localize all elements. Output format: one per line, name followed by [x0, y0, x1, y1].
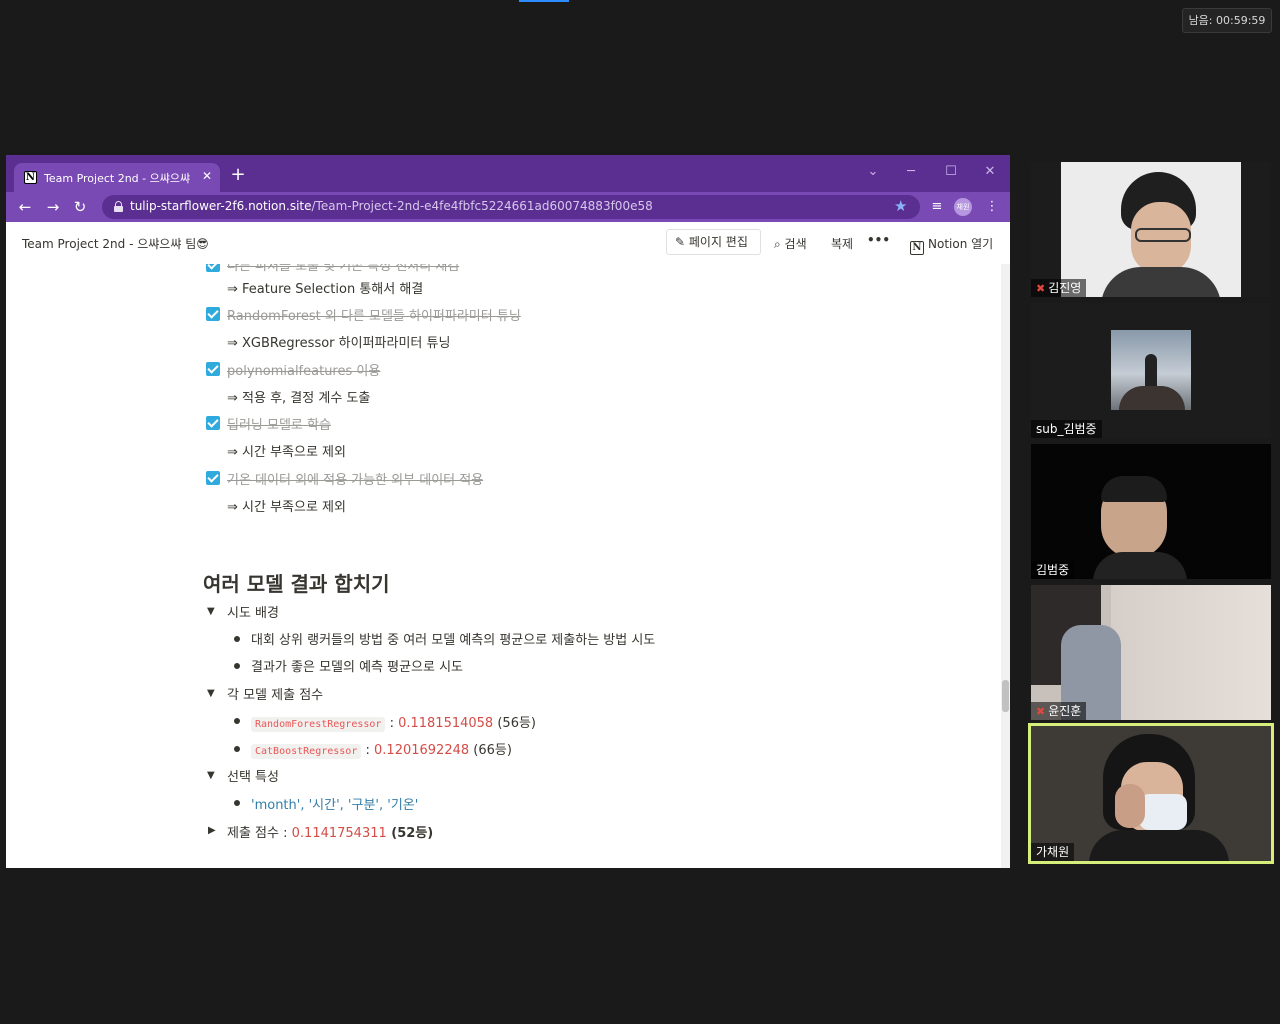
notion-logo-icon: N	[910, 241, 924, 255]
mic-muted-icon: ✖	[1036, 705, 1046, 718]
score-value: 0.1201692248	[374, 743, 470, 758]
open-in-notion-button[interactable]: N Notion 열기	[910, 235, 993, 255]
toggle-open-icon[interactable]: ▼	[207, 606, 219, 617]
todo-checkbox[interactable]	[206, 362, 220, 376]
final-score-value: 0.1141754311	[291, 826, 387, 841]
toggle-closed-icon[interactable]: ▶	[208, 825, 220, 836]
participant-name-badge: sub_김범중	[1031, 420, 1102, 438]
participant-video-tile[interactable]: ✖ 윤진훈	[1031, 585, 1271, 720]
page-breadcrumb[interactable]: Team Project 2nd - 으쌰으쌰 팀😎	[22, 235, 209, 252]
participant-video-tile[interactable]: sub_김범중	[1031, 303, 1271, 438]
notion-favicon-icon: N	[24, 171, 37, 184]
participant-video-tile-active-speaker[interactable]: 가채원	[1028, 723, 1274, 864]
todo-text: 기온 데이터 외에 적용 가능한 외부 데이터 적용	[227, 473, 484, 488]
model-name-code: RandomForestRegressor	[251, 717, 386, 732]
edit-page-button[interactable]: ✎ 페이지 편집	[666, 229, 761, 255]
feature-list: 'month', '시간', '구분', '기온'	[251, 798, 419, 813]
more-options-icon[interactable]: •••	[867, 233, 890, 247]
final-score-toggle[interactable]: 제출 점수 : 0.1141754311 (52등)	[227, 822, 433, 841]
score-value: 0.1181514058	[398, 716, 494, 731]
page-scrollbar[interactable]	[1001, 264, 1010, 868]
todo-checkbox[interactable]	[206, 264, 220, 272]
section-heading: 여러 모델 결과 합치기	[203, 572, 390, 596]
toggle-label[interactable]: 선택 특성	[227, 766, 279, 785]
reading-list-icon[interactable]: ≡	[926, 196, 948, 218]
bullet-icon	[234, 636, 240, 642]
bookmark-star-icon[interactable]: ★	[894, 197, 907, 215]
todo-text: 딥러닝 모델로 학습	[227, 418, 331, 433]
bullet-icon	[234, 663, 240, 669]
participant-name-badge: 김범중	[1031, 561, 1075, 579]
lock-icon	[114, 201, 123, 212]
todo-note: ⇒ 시간 부족으로 제외	[227, 445, 346, 460]
shared-browser-window: N Team Project 2nd - 으쌰으쌰 팀 ✕ + ⌄ ─ ☐ ✕ …	[6, 155, 1010, 868]
search-button[interactable]: ⌕ 검색	[774, 235, 807, 252]
participant-name-badge: ✖ 윤진훈	[1031, 702, 1087, 720]
url-text: tulip-starflower-2f6.notion.site/Team-Pr…	[130, 199, 653, 213]
tab-strip: N Team Project 2nd - 으쌰으쌰 팀 ✕ + ⌄ ─ ☐ ✕	[6, 155, 1010, 192]
mic-muted-icon: ✖	[1036, 282, 1046, 295]
todo-note: ⇒ XGBRegressor 하이퍼파라미터 튜닝	[227, 336, 451, 351]
todo-note: ⇒ Feature Selection 통해서 해결	[227, 282, 424, 297]
participant-video	[1111, 585, 1271, 720]
tab-search-chevron-icon[interactable]: ⌄	[862, 161, 884, 183]
browser-tab[interactable]: N Team Project 2nd - 으쌰으쌰 팀 ✕	[14, 163, 220, 192]
todo-checkbox[interactable]	[206, 471, 220, 485]
browser-menu-icon[interactable]: ⋮	[981, 196, 1003, 218]
scrollbar-thumb[interactable]	[1002, 680, 1009, 712]
screen-share-indicator	[519, 0, 569, 2]
todo-text: 다른 피처들 도출 및 기존 특성 전처리 재검	[227, 264, 460, 274]
participant-name-badge: 가채원	[1031, 843, 1075, 861]
duplicate-button[interactable]: 복제	[831, 235, 853, 252]
address-bar[interactable]: tulip-starflower-2f6.notion.site/Team-Pr…	[102, 195, 920, 219]
todo-checkbox[interactable]	[206, 416, 220, 430]
close-window-icon[interactable]: ✕	[979, 161, 1001, 183]
model-name-code: CatBoostRegressor	[251, 744, 362, 759]
todo-note: ⇒ 적용 후, 결정 계수 도출	[227, 391, 371, 406]
new-tab-button[interactable]: +	[228, 165, 248, 185]
page-content: 다른 피처들 도출 및 기존 특성 전처리 재검 ⇒ Feature Selec…	[6, 264, 1010, 868]
model-score-item: RandomForestRegressor : 0.1181514058 (56…	[251, 712, 536, 732]
bullet-icon	[234, 746, 240, 752]
todo-note: ⇒ 시간 부족으로 제외	[227, 500, 346, 515]
participant-video-tile[interactable]: ✖ 김진영	[1031, 162, 1271, 297]
todo-checkbox[interactable]	[206, 307, 220, 321]
tab-close-icon[interactable]: ✕	[200, 168, 214, 184]
reload-icon[interactable]: ↻	[69, 196, 91, 218]
profile-avatar[interactable]: 채원	[954, 198, 972, 216]
toggle-open-icon[interactable]: ▼	[207, 688, 219, 699]
participant-video	[1061, 162, 1241, 297]
toggle-label[interactable]: 시도 배경	[227, 602, 279, 621]
maximize-icon[interactable]: ☐	[940, 161, 962, 183]
list-item: 결과가 좋은 모델의 예측 평균으로 시도	[251, 660, 464, 675]
tab-title: Team Project 2nd - 으쌰으쌰 팀	[44, 172, 194, 185]
browser-toolbar: ← → ↻ tulip-starflower-2f6.notion.site/T…	[6, 192, 1010, 222]
pencil-icon: ✎	[675, 235, 689, 249]
participant-video-tile[interactable]: 김범중	[1031, 444, 1271, 579]
toggle-label[interactable]: 각 모델 제출 점수	[227, 684, 323, 703]
list-item: 대회 상위 랭커들의 방법 중 여러 모델 예측의 평균으로 제출하는 방법 시…	[251, 633, 656, 648]
participant-name-badge: ✖ 김진영	[1031, 279, 1087, 297]
back-arrow-icon[interactable]: ←	[14, 196, 36, 218]
toggle-open-icon[interactable]: ▼	[207, 770, 219, 781]
minimize-icon[interactable]: ─	[900, 161, 922, 183]
todo-text: polynomialfeatures 이용	[227, 364, 381, 379]
bullet-icon	[234, 800, 240, 806]
participant-avatar-image	[1111, 330, 1191, 410]
forward-arrow-icon[interactable]: →	[42, 196, 64, 218]
notion-topbar: Team Project 2nd - 으쌰으쌰 팀😎 ✎ 페이지 편집 ⌕ 검색…	[6, 222, 1010, 264]
meeting-timer: 남음: 00:59:59	[1182, 8, 1272, 33]
todo-text: RandomForest 외 다른 모델들 하이퍼파라미터 튜닝	[227, 309, 521, 324]
bullet-icon	[234, 718, 240, 724]
model-score-item: CatBoostRegressor : 0.1201692248 (66등)	[251, 739, 512, 759]
search-icon: ⌕	[774, 237, 785, 251]
